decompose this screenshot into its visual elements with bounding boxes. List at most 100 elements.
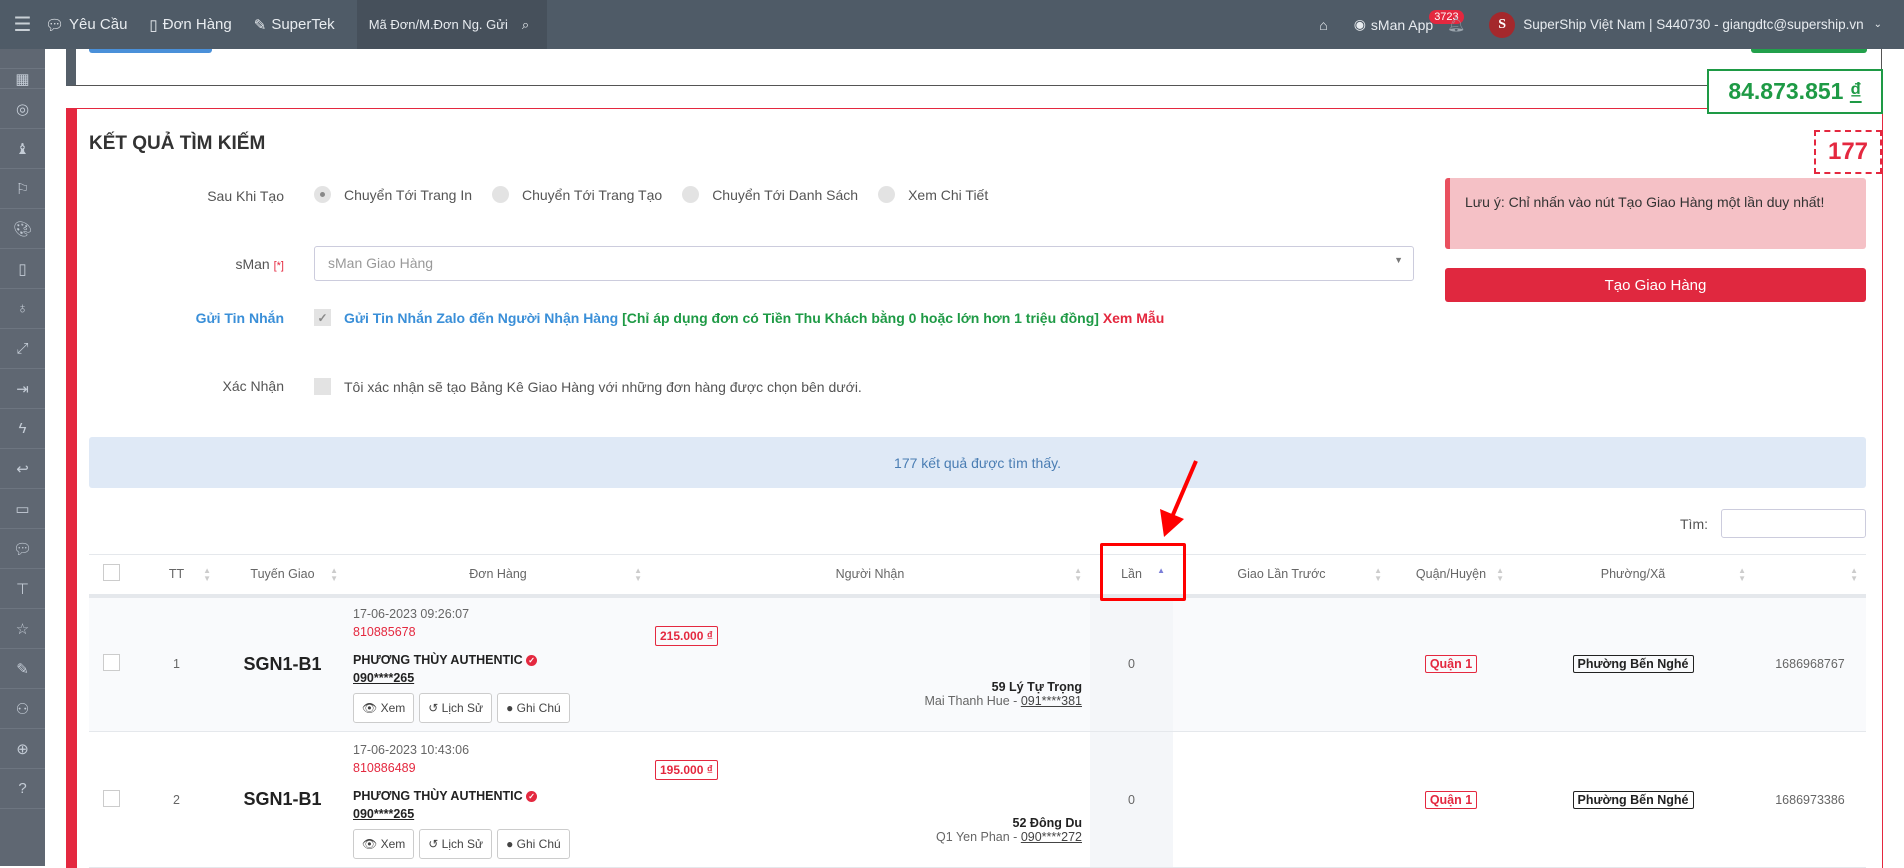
confirm-text: Tôi xác nhận sẽ tạo Bảng Kê Giao Hàng vớ… bbox=[344, 378, 862, 395]
account-menu[interactable]: SuperShip Việt Nam | S440730 - giangdtc@… bbox=[1523, 17, 1863, 32]
filter-panel bbox=[66, 49, 1882, 86]
menu-icon[interactable]: ☰ bbox=[0, 12, 45, 37]
column-header[interactable]: Giao Lần Trước ▲ ▼ bbox=[1173, 554, 1390, 598]
send-message-checkbox[interactable]: ✓ bbox=[314, 309, 331, 326]
column-header[interactable]: Phường/Xã ▲ ▼ bbox=[1512, 554, 1754, 598]
column-label: Tuyến Giao bbox=[250, 567, 315, 582]
history-icon: ↺ bbox=[428, 701, 439, 716]
confirm-label: Xác Nhận bbox=[222, 378, 284, 394]
total-amount: 84.873.851 ₫ bbox=[1707, 69, 1883, 114]
sidebar-item[interactable]: ☆ bbox=[0, 609, 45, 649]
sidebar-item[interactable]: 💬︎ bbox=[0, 529, 45, 569]
receiver-phone[interactable]: 090****272 bbox=[1021, 830, 1082, 844]
sidebar-item[interactable]: ⊤ bbox=[0, 569, 45, 609]
sidebar-item[interactable]: ♝ bbox=[0, 129, 45, 169]
order-datetime: 17-06-2023 10:43:06 bbox=[353, 742, 470, 757]
sidebar-item[interactable]: ⊕ bbox=[0, 729, 45, 769]
home-icon[interactable]: ⌂ bbox=[1319, 17, 1327, 33]
view-button[interactable]: 👁︎ Xem bbox=[353, 828, 415, 859]
search-button[interactable] bbox=[89, 49, 212, 53]
bell-icon[interactable]: 🔔︎ bbox=[1447, 16, 1465, 33]
nav-don-hang[interactable]: ▯ Đơn Hàng bbox=[149, 16, 231, 34]
column-header[interactable]: Đơn Hàng ▲ ▼ bbox=[346, 554, 650, 598]
star-icon: ☆ bbox=[15, 620, 30, 638]
history-button[interactable]: ↺ Lịch Sử bbox=[419, 828, 493, 859]
orders-table: TT ▲ ▼ Tuyến Giao ▲ ▼ Đơn Hàng ▲ ▼ Người Nhận ▲ ▼ Lầ… bbox=[89, 554, 1866, 868]
send-message-condition: [Chỉ áp dụng đơn có Tiền Thu Khách bằng … bbox=[622, 309, 1099, 326]
sidebar-item[interactable]: ▦ bbox=[0, 69, 45, 89]
sidebar-item[interactable]: ? bbox=[0, 769, 45, 809]
sidebar-item[interactable]: ⇥ bbox=[0, 369, 45, 409]
shop-phone[interactable]: 090****265 bbox=[353, 805, 650, 823]
sidebar-item[interactable]: ⚇ bbox=[0, 689, 45, 729]
shop-phone[interactable]: 090****265 bbox=[353, 669, 650, 687]
radio-trang-tao[interactable] bbox=[492, 186, 509, 203]
radio-trang-in[interactable] bbox=[314, 186, 331, 203]
note-button[interactable]: ● Ghi Chú bbox=[497, 693, 570, 724]
search-icon[interactable]: ⌕ bbox=[522, 17, 529, 33]
chess-icon: ♝ bbox=[15, 140, 30, 158]
column-header[interactable]: ▲ ▼ bbox=[1754, 554, 1866, 598]
column-header[interactable]: TT ▲ ▼ bbox=[134, 554, 219, 598]
view-sample-link[interactable]: Xem Mẫu bbox=[1103, 310, 1164, 326]
sidebar-item[interactable]: ⤢ bbox=[0, 329, 45, 369]
notebook-icon: ▯ bbox=[18, 260, 27, 278]
sidebar-item[interactable]: ϟ bbox=[0, 409, 45, 449]
view-button[interactable]: 👁︎ Xem bbox=[353, 693, 415, 724]
column-label: TT bbox=[168, 567, 185, 582]
tracking-code: 1686973386 bbox=[1754, 731, 1866, 868]
nav-supertek[interactable]: ✎ SuperTek bbox=[254, 16, 335, 34]
create-delivery-button[interactable]: Tạo Giao Hàng bbox=[1445, 268, 1866, 302]
receiver-phone[interactable]: 091****381 bbox=[1021, 694, 1082, 708]
sidebar-item[interactable]: ▯ bbox=[0, 249, 45, 289]
confirm-checkbox[interactable] bbox=[314, 378, 331, 395]
sort-icon: ▲ ▼ bbox=[634, 566, 642, 583]
table-row: 2 SGN1-B1 17-06-2023 10:43:06 810886489 PH… bbox=[89, 731, 1866, 868]
sort-icon: ▲ ▼ bbox=[1496, 566, 1504, 583]
sort-icon: ▲ ▼ bbox=[1850, 566, 1858, 583]
annotation-highlight-box bbox=[1100, 543, 1186, 601]
sort-icon: ▲ ▼ bbox=[1374, 566, 1382, 583]
select-all-checkbox[interactable] bbox=[103, 564, 120, 582]
column-header[interactable]: Quận/Huyện ▲ ▼ bbox=[1390, 554, 1512, 598]
sidebar-item[interactable]: 🎨︎ bbox=[0, 209, 45, 249]
sidebar-item[interactable]: ✎ bbox=[0, 649, 45, 689]
row-checkbox[interactable] bbox=[103, 654, 120, 672]
avatar[interactable]: S bbox=[1489, 11, 1516, 38]
sman-select[interactable]: sMan Giao Hàng ▼ bbox=[314, 246, 1414, 281]
reply-icon: ↩ bbox=[16, 460, 29, 478]
sidebar-item[interactable]: ⚐ bbox=[0, 169, 45, 209]
radio-label: Xem Chi Tiết bbox=[908, 186, 989, 203]
radio-chi-tiet[interactable] bbox=[878, 186, 896, 203]
order-id[interactable]: 810886489 bbox=[353, 759, 650, 777]
column-label: Phường/Xã bbox=[1600, 567, 1666, 582]
column-header[interactable]: Tuyến Giao ▲ ▼ bbox=[219, 554, 346, 598]
select-all-header bbox=[89, 554, 134, 598]
sidebar-item[interactable]: ↩ bbox=[0, 449, 45, 489]
history-icon: ↺ bbox=[428, 836, 439, 851]
sidebar-item[interactable]: ♁ bbox=[0, 289, 45, 329]
radio-label: Chuyển Tới Danh Sách bbox=[712, 186, 859, 203]
export-button[interactable] bbox=[1751, 49, 1867, 53]
tracking-code: 1686968767 bbox=[1754, 595, 1866, 732]
row-checkbox[interactable] bbox=[103, 789, 120, 807]
compass-icon: ◎ bbox=[15, 100, 30, 118]
nav-label: Đơn Hàng bbox=[162, 16, 232, 33]
sidebar-item[interactable]: ◎ bbox=[0, 89, 45, 129]
eye-icon: 👁︎ bbox=[362, 701, 378, 716]
sort-icon: ▲ ▼ bbox=[330, 566, 338, 583]
table-search-input[interactable] bbox=[1721, 509, 1866, 538]
history-button[interactable]: ↺ Lịch Sử bbox=[419, 693, 493, 724]
sman-app-link[interactable]: sMan App bbox=[1371, 17, 1433, 33]
order-search[interactable]: Mã Đơn/M.Đơn Ng. Gửi ⌕ bbox=[356, 0, 548, 49]
sidebar-item[interactable]: ▭ bbox=[0, 489, 45, 529]
column-header[interactable]: Người Nhận ▲ ▼ bbox=[650, 554, 1090, 598]
note-button[interactable]: ● Ghi Chú bbox=[497, 828, 570, 859]
radio-danh-sach[interactable] bbox=[682, 186, 700, 203]
order-id[interactable]: 810885678 bbox=[353, 623, 650, 641]
after-create-radio-group: Chuyển Tới Trang In Chuyển Tới Trang Tạo… bbox=[314, 186, 1008, 203]
nav-yeu-cau[interactable]: 💬︎ Yêu Cầu bbox=[45, 16, 127, 34]
chevron-down-icon[interactable]: ⌄ bbox=[1874, 19, 1882, 30]
sman-label: sMan [*] bbox=[235, 256, 284, 272]
globe-icon: ⊕ bbox=[16, 740, 29, 758]
